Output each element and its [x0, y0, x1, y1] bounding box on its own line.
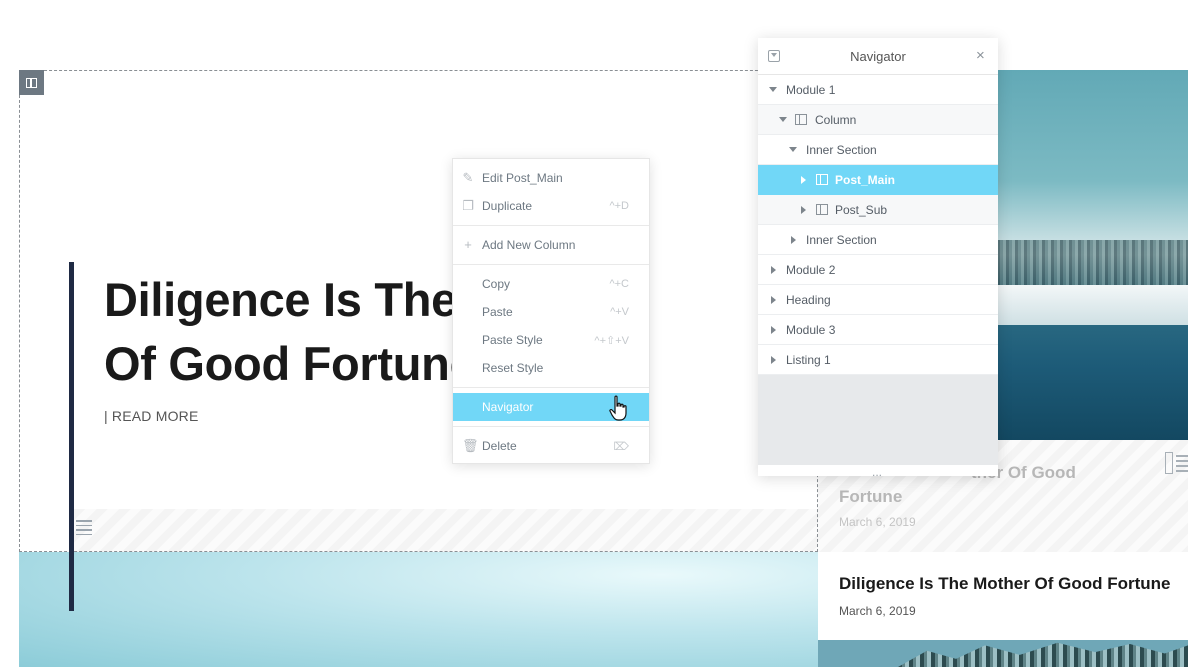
navigator-item-inner-section[interactable]: Inner Section — [758, 225, 998, 255]
post-date: March 6, 2019 — [839, 604, 916, 618]
menu-separator — [453, 387, 649, 388]
accent-bar — [69, 262, 74, 611]
menu-item-duplicate[interactable]: ❐ Duplicate ^+D — [453, 192, 649, 220]
post-featured-image[interactable] — [997, 70, 1188, 440]
menu-item-copy[interactable]: Copy ^+C — [453, 270, 649, 298]
columns-icon — [26, 77, 37, 88]
menu-separator — [453, 225, 649, 226]
plus-icon: + — [464, 237, 472, 252]
caret-right-icon[interactable] — [771, 296, 776, 304]
navigator-item-heading[interactable]: Heading — [758, 285, 998, 315]
caret-right-icon[interactable] — [771, 356, 776, 364]
caret-down-icon[interactable] — [779, 117, 787, 122]
menu-separator — [453, 264, 649, 265]
resize-handle[interactable]: ... — [872, 465, 882, 479]
caret-right-icon[interactable] — [771, 266, 776, 274]
post-title[interactable]: Diligence Is The Mother Of Good Fortune — [839, 574, 1171, 594]
navigator-item-column[interactable]: Column — [758, 105, 998, 135]
navigator-title: Navigator — [850, 49, 906, 64]
column-icon — [816, 174, 828, 185]
navigator-panel: Navigator × Module 1 Column Inner Sectio… — [758, 38, 998, 479]
navigator-item-post-sub[interactable]: Post_Sub — [758, 195, 998, 225]
navigator-item-inner-section[interactable]: Inner Section — [758, 135, 998, 165]
menu-item-delete[interactable]: 🗑 Delete ⌦ — [453, 432, 649, 460]
caret-right-icon[interactable] — [801, 206, 806, 214]
menu-item-paste[interactable]: Paste ^+V — [453, 298, 649, 326]
navigator-item-post-main[interactable]: Post_Main — [758, 165, 998, 195]
menu-item-reset-style[interactable]: Reset Style — [453, 354, 649, 382]
close-icon[interactable]: × — [976, 47, 985, 64]
post-card[interactable]: Diligence Is The Mother Of Good Fortune … — [818, 552, 1188, 640]
caret-down-icon[interactable] — [789, 147, 797, 152]
post-image-strip — [818, 640, 1188, 667]
navigator-item-module-1[interactable]: Module 1 — [758, 75, 998, 105]
copy-icon: ❐ — [462, 198, 474, 213]
navigator-item-listing-1[interactable]: Listing 1 — [758, 345, 998, 375]
hand-cursor-icon — [609, 395, 627, 421]
navigator-item-module-2[interactable]: Module 2 — [758, 255, 998, 285]
section-handle[interactable] — [19, 70, 44, 95]
faded-post-date: March 6, 2019 — [839, 515, 916, 529]
caret-right-icon[interactable] — [791, 236, 796, 244]
column-icon — [816, 204, 828, 215]
menu-separator — [453, 426, 649, 427]
read-more-link[interactable]: | READ MORE — [104, 408, 199, 424]
column-icon — [795, 114, 807, 125]
menu-item-edit[interactable]: ✎ Edit Post_Main — [453, 164, 649, 192]
menu-item-paste-style[interactable]: Paste Style ^+⇧+V — [453, 326, 649, 354]
menu-item-add-new-column[interactable]: + Add New Column — [453, 231, 649, 259]
navigator-header[interactable]: Navigator × — [758, 38, 998, 75]
navigator-empty-area — [758, 375, 998, 465]
caret-right-icon[interactable] — [771, 326, 776, 334]
posts-list-icon — [1165, 452, 1188, 474]
navigator-item-module-3[interactable]: Module 3 — [758, 315, 998, 345]
caret-down-icon[interactable] — [769, 87, 777, 92]
editor-canvas: Diligence Is The Of Good Fortune | READ … — [0, 0, 1194, 667]
caret-right-icon[interactable] — [801, 176, 806, 184]
pencil-icon: ✎ — [462, 170, 474, 185]
trash-icon: 🗑 — [462, 438, 479, 453]
